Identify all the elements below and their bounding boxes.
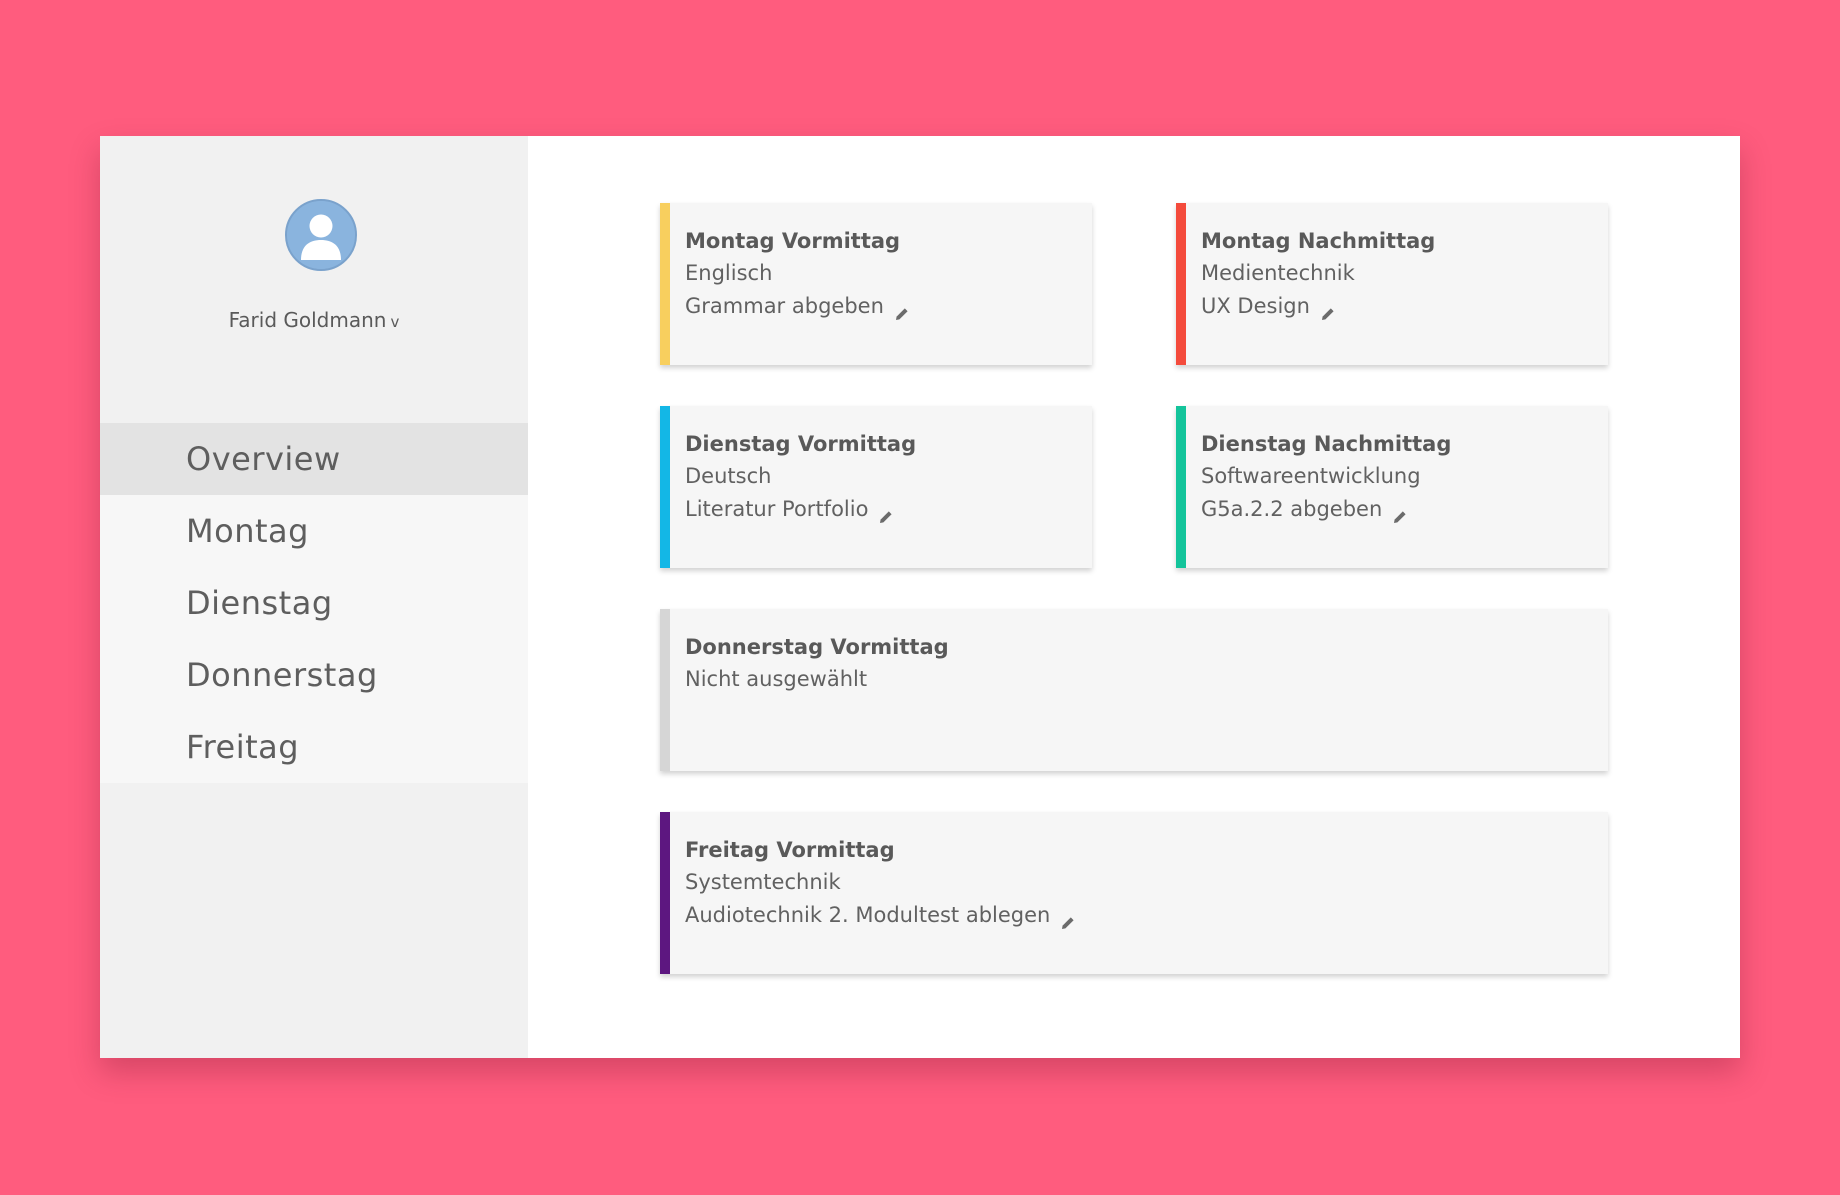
schedule-card-dienstag-nachmittag[interactable]: Dienstag Nachmittag Softwareentwicklung … bbox=[1176, 406, 1608, 568]
nav-item-freitag[interactable]: Freitag bbox=[100, 711, 528, 783]
card-title: Montag Nachmittag bbox=[1201, 229, 1436, 253]
card-subject: Systemtechnik bbox=[685, 870, 841, 894]
user-avatar-icon[interactable] bbox=[285, 199, 357, 271]
card-task: G5a.2.2 abgeben bbox=[1201, 497, 1383, 521]
card-subject: Nicht ausgewählt bbox=[685, 667, 868, 691]
card-subject: Englisch bbox=[685, 261, 773, 285]
overview-main: Montag Vormittag Englisch Grammar abgebe… bbox=[528, 136, 1740, 1058]
card-task: Literatur Portfolio bbox=[685, 497, 869, 521]
card-subject: Medientechnik bbox=[1201, 261, 1355, 285]
schedule-card-freitag-vormittag[interactable]: Freitag Vormittag Systemtechnik Audiotec… bbox=[660, 812, 1608, 974]
nav-item-montag[interactable]: Montag bbox=[100, 495, 528, 567]
card-title: Donnerstag Vormittag bbox=[685, 635, 949, 659]
user-menu-toggle[interactable]: Farid Goldmann v bbox=[100, 308, 528, 332]
card-task: Audiotechnik 2. Modultest ablegen bbox=[685, 903, 1051, 927]
card-task: Grammar abgeben bbox=[685, 294, 884, 318]
chevron-down-icon: v bbox=[390, 313, 400, 331]
card-task: UX Design bbox=[1201, 294, 1310, 318]
card-title: Dienstag Nachmittag bbox=[1201, 432, 1452, 456]
card-subject: Softwareentwicklung bbox=[1201, 464, 1421, 488]
card-title: Dienstag Vormittag bbox=[685, 432, 917, 456]
pencil-icon[interactable] bbox=[878, 502, 894, 523]
nav-item-dienstag[interactable]: Dienstag bbox=[100, 567, 528, 639]
card-color-bar bbox=[660, 609, 670, 771]
sidebar: Farid Goldmann v Overview Montag Dienstag… bbox=[100, 136, 528, 1058]
card-title: Montag Vormittag bbox=[685, 229, 901, 253]
card-color-bar bbox=[660, 203, 670, 365]
card-subject: Deutsch bbox=[685, 464, 772, 488]
card-color-bar bbox=[660, 406, 670, 568]
card-color-bar bbox=[1176, 203, 1186, 365]
card-color-bar bbox=[1176, 406, 1186, 568]
schedule-card-montag-nachmittag[interactable]: Montag Nachmittag Medientechnik UX Desig… bbox=[1176, 203, 1608, 365]
pencil-icon[interactable] bbox=[1060, 908, 1076, 929]
pencil-icon[interactable] bbox=[1320, 299, 1336, 320]
pencil-icon[interactable] bbox=[1392, 502, 1408, 523]
nav-item-donnerstag[interactable]: Donnerstag bbox=[100, 639, 528, 711]
app-window: Farid Goldmann v Overview Montag Dienstag… bbox=[100, 136, 1740, 1058]
schedule-card-montag-vormittag[interactable]: Montag Vormittag Englisch Grammar abgebe… bbox=[660, 203, 1092, 365]
schedule-card-dienstag-vormittag[interactable]: Dienstag Vormittag Deutsch Literatur Por… bbox=[660, 406, 1092, 568]
schedule-card-donnerstag-vormittag[interactable]: Donnerstag Vormittag Nicht ausgewählt bbox=[660, 609, 1608, 771]
card-title: Freitag Vormittag bbox=[685, 838, 895, 862]
nav-item-overview[interactable]: Overview bbox=[100, 423, 528, 495]
day-navigation: Overview Montag Dienstag Donnerstag Frei… bbox=[100, 423, 528, 783]
pencil-icon[interactable] bbox=[894, 299, 910, 320]
card-color-bar bbox=[660, 812, 670, 974]
user-name: Farid Goldmann bbox=[228, 308, 387, 332]
